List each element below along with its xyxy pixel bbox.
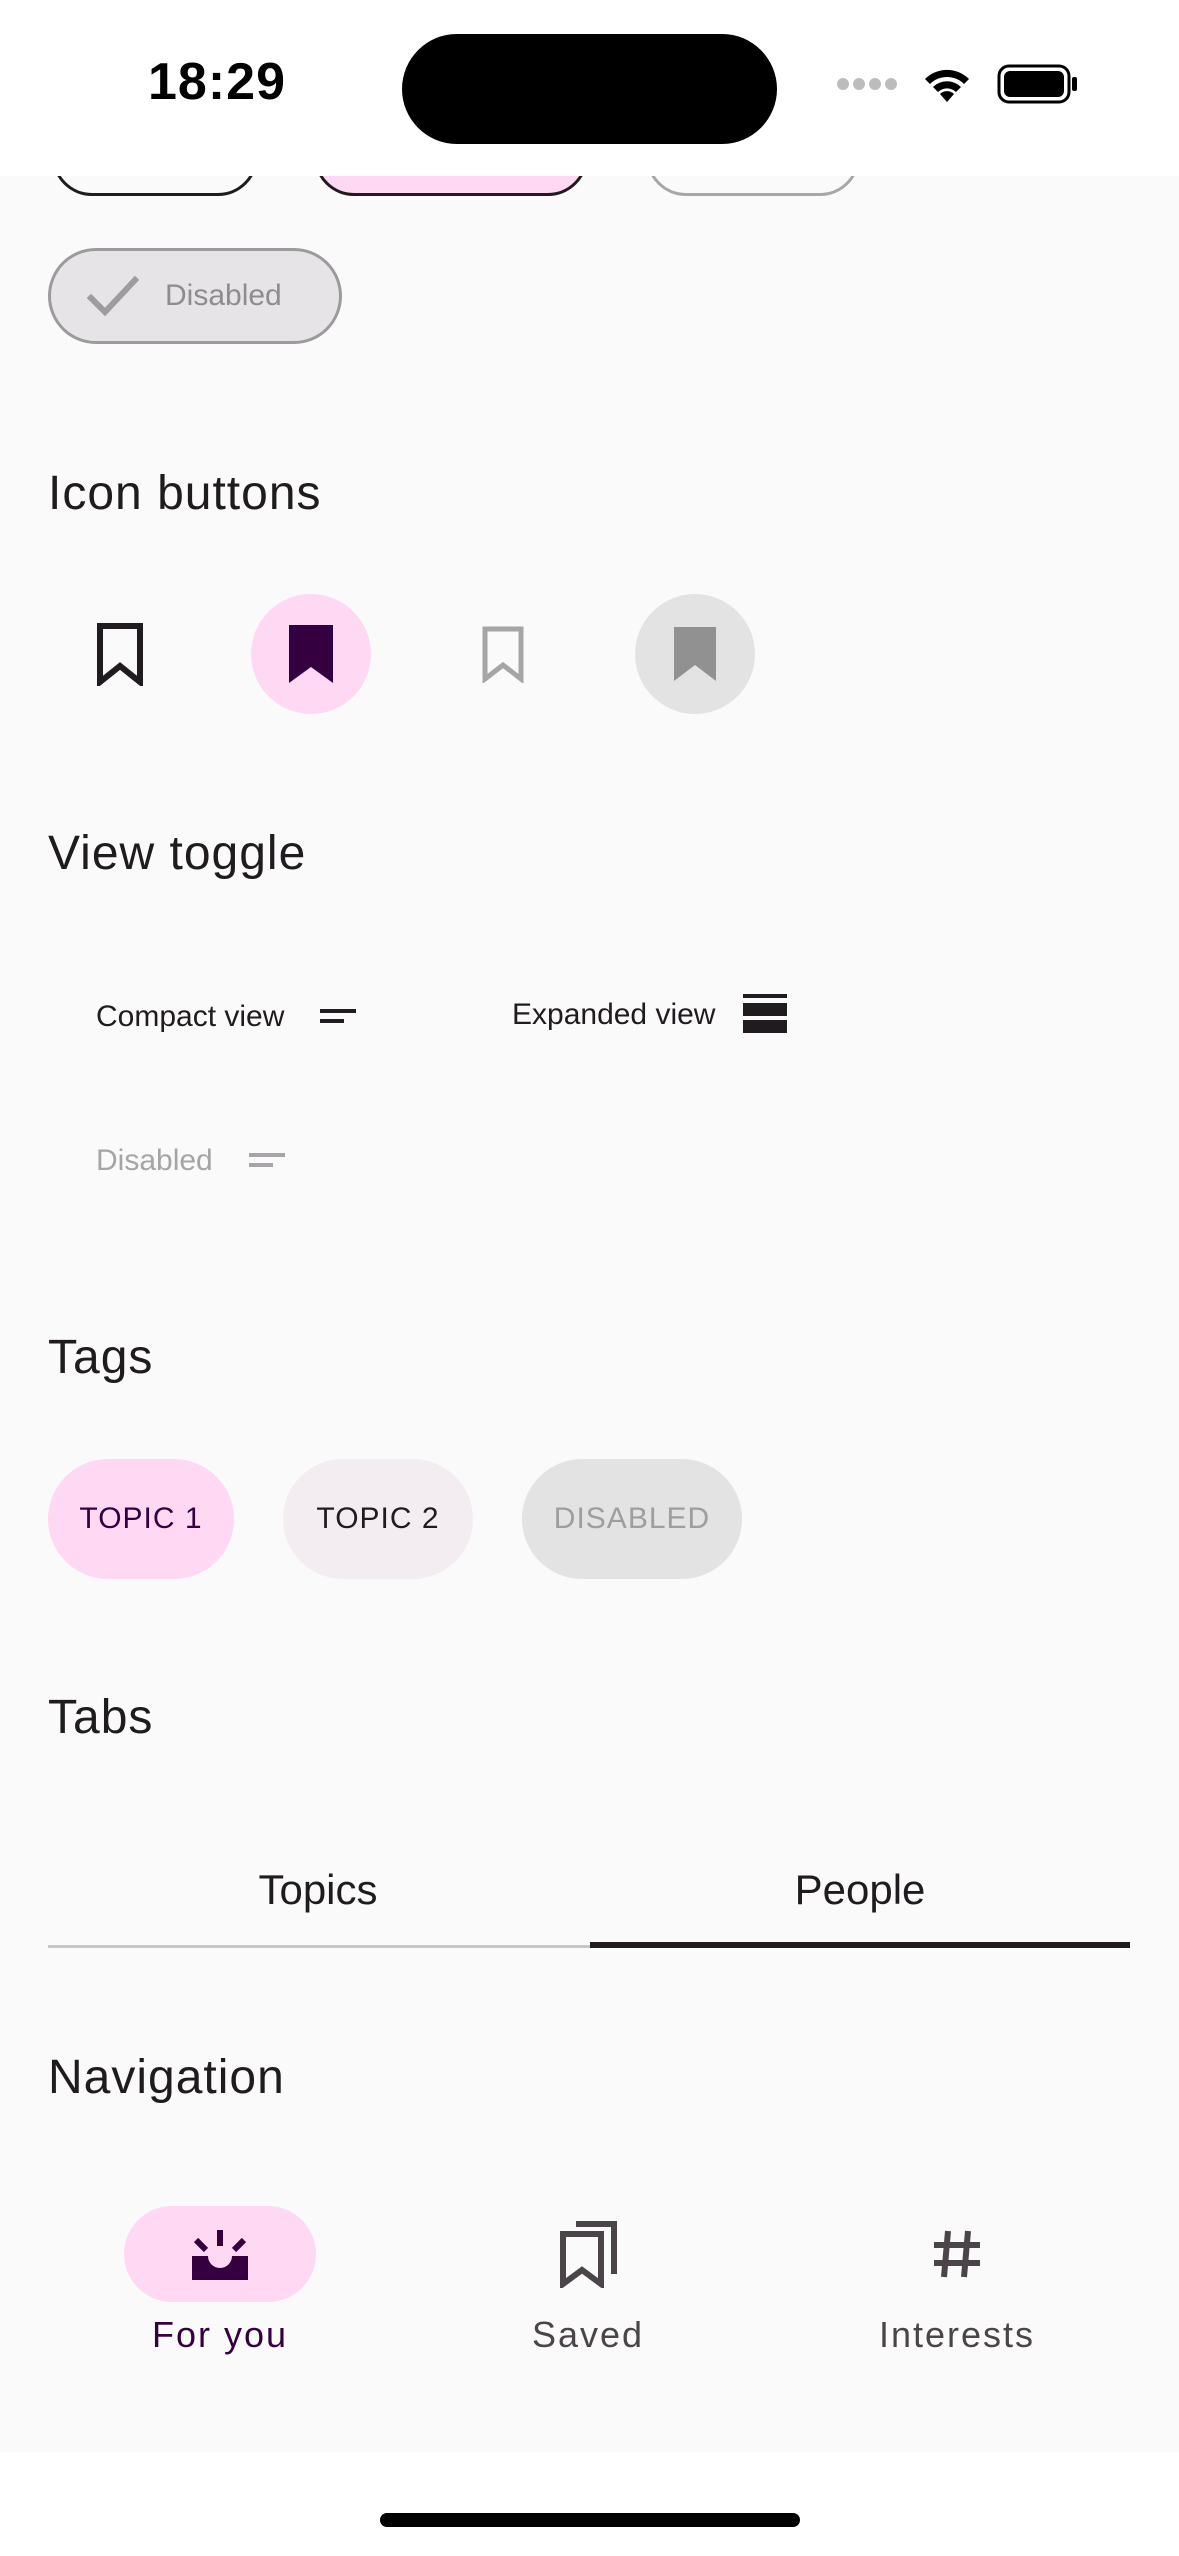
bookmark-toggle-checked[interactable] (251, 594, 371, 714)
nav-indicator (492, 2206, 684, 2302)
nav-item-saved[interactable]: Saved (438, 2206, 738, 2356)
dynamic-island (402, 34, 777, 144)
view-toggle-compact-label: Compact view (96, 1000, 285, 1033)
bookmark-outline-icon (482, 626, 524, 683)
status-time: 18:29 (148, 53, 286, 111)
nav-label-interests: Interests (878, 2314, 1036, 2355)
nav-indicator (861, 2206, 1053, 2302)
bookmark-outline-icon (97, 623, 143, 686)
view-toggle-disabled-label: Disabled (96, 1144, 213, 1177)
nav-label-saved: Saved (531, 2314, 645, 2355)
check-icon (86, 275, 140, 317)
section-title-navigation: Navigation (48, 2051, 285, 2104)
chip-disabled: Disabled (48, 248, 342, 344)
section-title-tabs: Tabs (48, 1691, 154, 1744)
short-text-icon (320, 1009, 357, 1023)
tag-topic-1[interactable]: TOPIC 1 (48, 1459, 234, 1579)
view-toggle-compact[interactable]: Compact view (96, 1000, 358, 1034)
bookmark-filled-icon (674, 627, 716, 681)
catalog-content[interactable]: Disabled Icon buttons View toggle Compac… (0, 176, 1179, 2452)
tag-topic-2[interactable]: TOPIC 2 (283, 1459, 473, 1579)
cellular-signal-icon (837, 78, 897, 90)
tag-disabled: DISABLED (522, 1459, 742, 1579)
nav-item-for-you[interactable]: For you (70, 2206, 370, 2356)
tab-topics[interactable]: Topics (48, 1866, 588, 1914)
chip-partial-unselected[interactable] (646, 176, 860, 196)
tab-people[interactable]: People (590, 1866, 1130, 1914)
upcoming-icon (192, 2230, 248, 2280)
bookmarks-icon (560, 2221, 617, 2288)
tab-row: Topics People (48, 1786, 1130, 1948)
bookmark-toggle-unchecked[interactable] (60, 594, 180, 714)
bookmark-filled-icon (289, 625, 333, 683)
view-toggle-expanded[interactable]: Expanded view (512, 994, 788, 1036)
hashtag-icon (934, 2230, 980, 2278)
section-title-tags: Tags (48, 1331, 154, 1384)
view-agenda-icon (743, 994, 788, 1033)
bookmark-toggle-checked-disabled (635, 594, 755, 714)
nav-indicator (124, 2206, 316, 2302)
bookmark-toggle-disabled (443, 594, 563, 714)
tab-indicator (590, 1942, 1130, 1948)
chip-disabled-label: Disabled (165, 279, 282, 312)
view-toggle-expanded-label: Expanded view (512, 998, 716, 1031)
nav-item-interests[interactable]: Interests (807, 2206, 1107, 2356)
section-title-view-toggle: View toggle (48, 827, 307, 880)
view-toggle-disabled: Disabled (96, 1144, 287, 1178)
home-indicator[interactable] (380, 2513, 800, 2527)
chip-partial-outlined[interactable] (52, 176, 258, 196)
section-title-icon-buttons: Icon buttons (48, 467, 322, 520)
battery-icon (997, 64, 1077, 104)
nav-label-for-you: For you (151, 2314, 289, 2355)
short-text-icon (248, 1153, 285, 1167)
chip-partial-selected[interactable] (314, 176, 588, 196)
wifi-icon (925, 69, 969, 102)
status-icons (837, 64, 1079, 104)
status-bar: 18:29 (0, 0, 1179, 176)
screen: 18:29 Disabled Icon buttons View toggle … (0, 0, 1179, 2556)
